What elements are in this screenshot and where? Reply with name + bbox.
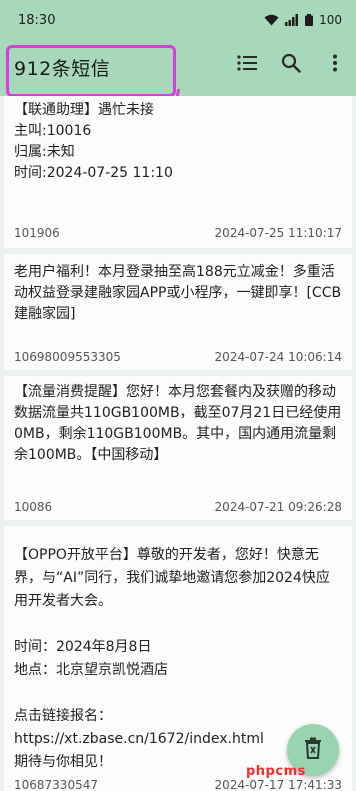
status-icons: 100 bbox=[264, 13, 342, 27]
message-sender: 101906 bbox=[14, 226, 60, 240]
message-date: 2024-07-24 10:06:14 bbox=[214, 350, 342, 364]
app-actions bbox=[236, 52, 346, 74]
signal-icon bbox=[285, 14, 299, 26]
message-sender: 10687330547 bbox=[14, 778, 98, 791]
message-meta: 10698009553305 2024-07-24 10:06:14 bbox=[14, 350, 342, 364]
message-date: 2024-07-21 09:26:28 bbox=[214, 500, 342, 514]
message-card[interactable]: 【流量消费提醒】您好！本月您套餐内及获赠的移动数据流量共110GB100MB，截… bbox=[4, 376, 352, 520]
message-meta: 10687330547 2024-07-17 17:41:33 bbox=[14, 778, 342, 791]
battery-icon bbox=[305, 14, 314, 26]
message-sender: 10086 bbox=[14, 500, 53, 514]
message-card[interactable]: 老用户福利！本月登录抽至高188元立减金！多重活动权益登录建融家园APP或小程序… bbox=[4, 254, 352, 370]
message-card[interactable]: 【联通助理】遇忙未接 主叫:10016 归属:未知 时间:2024-07-25 … bbox=[4, 96, 352, 248]
message-body: 老用户福利！本月登录抽至高188元立减金！多重活动权益登录建融家园APP或小程序… bbox=[14, 264, 342, 322]
message-date: 2024-07-17 17:41:33 bbox=[214, 778, 342, 791]
watermark-text: phpcms bbox=[246, 764, 306, 779]
message-sender: 10698009553305 bbox=[14, 350, 121, 364]
message-meta: 101906 2024-07-25 11:10:17 bbox=[14, 226, 342, 240]
more-vert-icon[interactable] bbox=[324, 52, 346, 74]
message-list[interactable]: 【联通助理】遇忙未接 主叫:10016 归属:未知 时间:2024-07-25 … bbox=[0, 96, 356, 791]
status-time: 18:30 bbox=[18, 12, 56, 28]
search-icon[interactable] bbox=[280, 52, 302, 74]
message-body: 【流量消费提醒】您好！本月您套餐内及获赠的移动数据流量共110GB100MB，截… bbox=[14, 384, 342, 463]
app-bar: 912条短信 bbox=[0, 40, 356, 97]
wifi-icon bbox=[264, 14, 279, 26]
message-meta: 10086 2024-07-21 09:26:28 bbox=[14, 500, 342, 514]
message-body: 【联通助理】遇忙未接 主叫:10016 归属:未知 时间:2024-07-25 … bbox=[14, 102, 173, 181]
status-bar: 18:30 100 bbox=[0, 0, 356, 40]
list-icon[interactable] bbox=[236, 52, 258, 74]
page-title: 912条短信 bbox=[14, 58, 111, 80]
battery-level: 100 bbox=[319, 13, 342, 27]
delete-icon bbox=[304, 737, 322, 763]
message-date: 2024-07-25 11:10:17 bbox=[214, 226, 342, 240]
